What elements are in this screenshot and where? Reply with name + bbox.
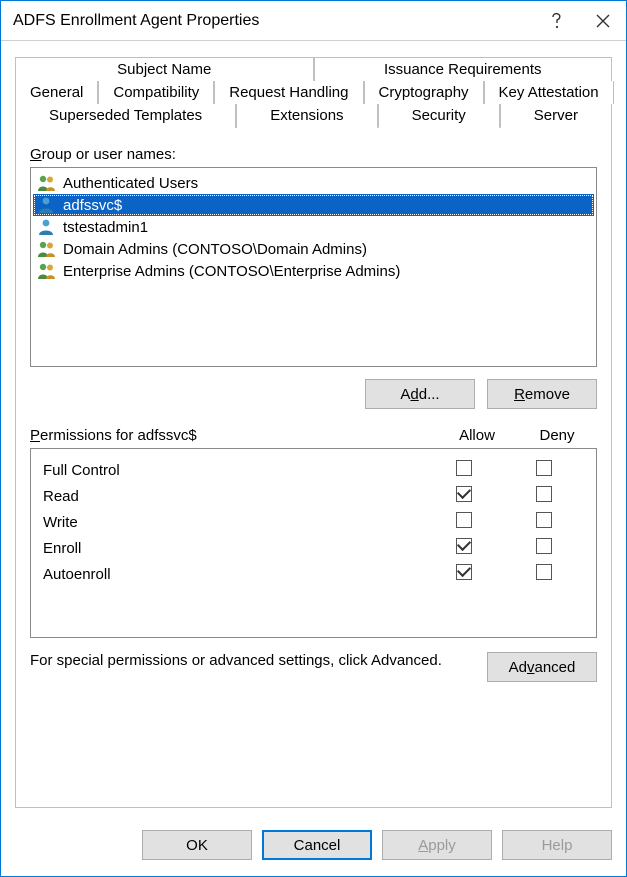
permission-row: Write <box>35 509 592 535</box>
window-title: ADFS Enrollment Agent Properties <box>13 12 534 30</box>
permission-name: Write <box>43 514 424 531</box>
advanced-text: For special permissions or advanced sett… <box>30 652 475 669</box>
permission-name: Autoenroll <box>43 566 424 583</box>
allow-checkbox[interactable] <box>456 460 472 476</box>
help-button[interactable] <box>534 1 580 41</box>
deny-checkbox[interactable] <box>536 486 552 502</box>
dialog-buttons: OK Cancel Apply Help <box>1 818 626 876</box>
deny-checkbox[interactable] <box>536 538 552 554</box>
tab-request-handling[interactable]: Request Handling <box>214 81 363 104</box>
users-icon <box>37 174 57 192</box>
tab-key-attestation[interactable]: Key Attestation <box>484 81 614 104</box>
list-item-label: adfssvc$ <box>63 197 122 214</box>
deny-checkbox[interactable] <box>536 564 552 580</box>
add-button[interactable]: Add... <box>365 379 475 409</box>
advanced-row: For special permissions or advanced sett… <box>30 652 597 682</box>
tab-superseded-templates[interactable]: Superseded Templates <box>15 104 236 128</box>
tab-strip: Subject Name Issuance Requirements Gener… <box>15 57 612 128</box>
permissions-for-label: Permissions for adfssvc$ <box>30 427 437 444</box>
permissions-header: Permissions for adfssvc$ Allow Deny <box>30 427 597 444</box>
tab-page-security: Group or user names: Authenticated Users… <box>15 128 612 808</box>
tab-extensions[interactable]: Extensions <box>236 104 377 128</box>
list-item[interactable]: Domain Admins (CONTOSO\Domain Admins) <box>33 238 594 260</box>
deny-column-header: Deny <box>517 427 597 444</box>
tab-issuance-requirements[interactable]: Issuance Requirements <box>314 57 613 81</box>
help-icon <box>551 12 563 30</box>
allow-checkbox[interactable] <box>456 564 472 580</box>
group-names-label: Group or user names: <box>30 146 597 163</box>
user-list-buttons: Add... Remove <box>30 379 597 409</box>
user-icon <box>37 196 57 214</box>
list-item[interactable]: Authenticated Users <box>33 172 594 194</box>
advanced-button[interactable]: Advanced <box>487 652 597 682</box>
dialog-content: Subject Name Issuance Requirements Gener… <box>1 41 626 818</box>
permission-row: Autoenroll <box>35 561 592 587</box>
titlebar: ADFS Enrollment Agent Properties <box>1 1 626 41</box>
list-item-label: Enterprise Admins (CONTOSO\Enterprise Ad… <box>63 263 400 280</box>
cancel-button[interactable]: Cancel <box>262 830 372 860</box>
apply-button[interactable]: Apply <box>382 830 492 860</box>
ok-button[interactable]: OK <box>142 830 252 860</box>
permission-row: Enroll <box>35 535 592 561</box>
list-item[interactable]: Enterprise Admins (CONTOSO\Enterprise Ad… <box>33 260 594 282</box>
list-item-label: Domain Admins (CONTOSO\Domain Admins) <box>63 241 367 258</box>
user-icon <box>37 218 57 236</box>
tab-cryptography[interactable]: Cryptography <box>364 81 484 104</box>
users-icon <box>37 240 57 258</box>
deny-checkbox[interactable] <box>536 460 552 476</box>
tab-security[interactable]: Security <box>378 104 500 128</box>
permissions-list: Full Control Read Write Enroll Autoenroll <box>30 448 597 638</box>
permission-name: Read <box>43 488 424 505</box>
deny-checkbox[interactable] <box>536 512 552 528</box>
list-item[interactable]: tstestadmin1 <box>33 216 594 238</box>
users-icon <box>37 262 57 280</box>
remove-button[interactable]: Remove <box>487 379 597 409</box>
close-button[interactable] <box>580 1 626 41</box>
close-icon <box>596 14 610 28</box>
tab-subject-name[interactable]: Subject Name <box>15 57 314 81</box>
permission-name: Full Control <box>43 462 424 479</box>
allow-checkbox[interactable] <box>456 486 472 502</box>
permission-name: Enroll <box>43 540 424 557</box>
permission-row: Read <box>35 483 592 509</box>
list-item-label: Authenticated Users <box>63 175 198 192</box>
tab-compatibility[interactable]: Compatibility <box>98 81 214 104</box>
dialog-window: ADFS Enrollment Agent Properties Subject… <box>0 0 627 877</box>
tab-general[interactable]: General <box>15 81 98 104</box>
allow-checkbox[interactable] <box>456 538 472 554</box>
list-item-label: tstestadmin1 <box>63 219 148 236</box>
tab-server[interactable]: Server <box>500 104 612 128</box>
allow-column-header: Allow <box>437 427 517 444</box>
permission-row: Full Control <box>35 457 592 483</box>
list-item[interactable]: adfssvc$ <box>33 194 594 216</box>
group-user-list[interactable]: Authenticated Users adfssvc$ tstestadmin1 D… <box>30 167 597 367</box>
help-dialog-button[interactable]: Help <box>502 830 612 860</box>
allow-checkbox[interactable] <box>456 512 472 528</box>
